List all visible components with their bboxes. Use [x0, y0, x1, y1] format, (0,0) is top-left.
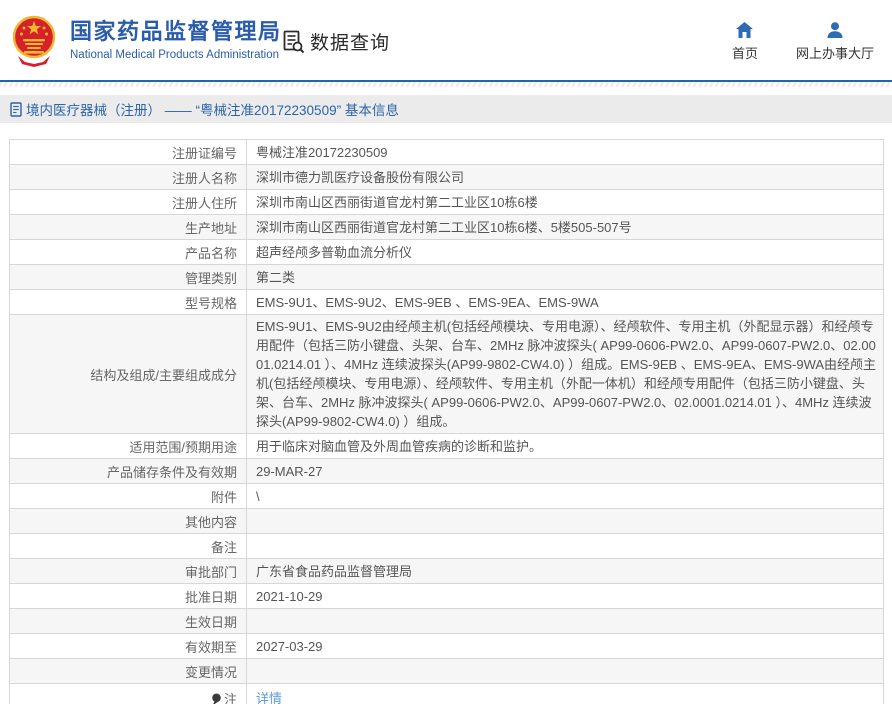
detail-link[interactable]: 详情 — [256, 691, 282, 704]
table-row: 备注 — [9, 533, 884, 559]
table-row: 产品储存条件及有效期 29-MAR-27 — [9, 458, 884, 484]
row-label: 适用范围/预期用途 — [9, 433, 247, 459]
table-row: 生产地址 深圳市南山区西丽街道官龙村第二工业区10栋6楼、5楼505-507号 — [9, 214, 884, 240]
data-query-tab[interactable]: 数据查询 — [283, 28, 390, 55]
data-query-label: 数据查询 — [310, 33, 391, 54]
page: 国家药品监督管理局 National Medical Products Admi… — [0, 0, 892, 704]
table-row: 生效日期 — [9, 608, 884, 634]
row-value — [246, 608, 884, 634]
row-value: 2021-10-29 — [246, 583, 884, 609]
row-label: 注册人名称 — [9, 164, 247, 190]
row-label: 型号规格 — [9, 289, 247, 315]
nav-home[interactable]: 首页 — [732, 22, 758, 62]
search-document-icon — [283, 30, 305, 53]
row-value: EMS-9U1、EMS-9U2、EMS-9EB 、EMS-9EA、EMS-9WA — [246, 289, 884, 315]
table-row: 审批部门 广东省食品药品监督管理局 — [9, 558, 884, 584]
row-value: 详情 — [246, 683, 884, 704]
row-label: 审批部门 — [9, 558, 247, 584]
table-row: 附件 \ — [9, 483, 884, 509]
info-table-body: 注册证编号 粤械注准20172230509 注册人名称 深圳市德力凯医疗设备股份有限公… — [9, 139, 884, 704]
row-value — [246, 533, 884, 559]
row-value: \ — [246, 483, 884, 509]
row-value: 用于临床对脑血管及外周血管疾病的诊断和监护。 — [246, 433, 884, 459]
top-nav: 首页 网上办事大厅 — [732, 22, 874, 62]
table-row: 有效期至 2027-03-29 — [9, 633, 884, 659]
row-value: 2027-03-29 — [246, 633, 884, 659]
row-label: 备注 — [9, 533, 247, 559]
table-row: 型号规格 EMS-9U1、EMS-9U2、EMS-9EB 、EMS-9EA、EMS… — [9, 289, 884, 315]
row-label: 有效期至 — [9, 633, 247, 659]
row-label: 生产地址 — [9, 214, 247, 240]
note-icon — [212, 693, 221, 704]
table-row: 适用范围/预期用途 用于临床对脑血管及外周血管疾病的诊断和监护。 — [9, 433, 884, 459]
org-name-en: National Medical Products Administration — [70, 49, 280, 61]
table-row: 变更情况 — [9, 658, 884, 684]
row-value: 第二类 — [246, 264, 884, 290]
table-row: 注详情 — [9, 683, 884, 704]
row-label: 产品储存条件及有效期 — [9, 458, 247, 484]
row-label: 注册人住所 — [9, 189, 247, 215]
table-row: 管理类别 第二类 — [9, 264, 884, 290]
table-row: 产品名称 超声经颅多普勒血流分析仪 — [9, 239, 884, 265]
document-icon — [10, 101, 22, 117]
row-value: EMS-9U1、EMS-9U2由经颅主机(包括经颅模块、专用电源）、经颅软件、专… — [246, 314, 884, 434]
site-title-block: 国家药品监督管理局 National Medical Products Admi… — [70, 19, 282, 61]
row-value — [246, 508, 884, 534]
row-label: 变更情况 — [9, 658, 247, 684]
nav-online-service-hall[interactable]: 网上办事大厅 — [796, 22, 874, 62]
row-label: 批准日期 — [9, 583, 247, 609]
row-label: 结构及组成/主要组成成分 — [9, 314, 247, 434]
registration-info-table: 注册证编号 粤械注准20172230509 注册人名称 深圳市德力凯医疗设备股份有限公… — [9, 139, 884, 704]
table-row: 注册证编号 粤械注准20172230509 — [9, 139, 884, 165]
row-value: 29-MAR-27 — [246, 458, 884, 484]
row-label: 管理类别 — [9, 264, 247, 290]
site-logo[interactable]: 国家药品监督管理局 National Medical Products Admi… — [12, 12, 282, 68]
row-value: 超声经颅多普勒血流分析仪 — [246, 239, 884, 265]
site-header: 国家药品监督管理局 National Medical Products Admi… — [0, 0, 892, 82]
row-label: 其他内容 — [9, 508, 247, 534]
table-row: 结构及组成/主要组成成分 EMS-9U1、EMS-9U2由经颅主机(包括经颅模块、… — [9, 314, 884, 434]
breadcrumb: 境内医疗器械（注册） —— “粤械注准20172230509” 基本信息 — [0, 95, 892, 123]
row-label: 注册证编号 — [9, 139, 247, 165]
table-row: 批准日期 2021-10-29 — [9, 583, 884, 609]
table-row: 其他内容 — [9, 508, 884, 534]
row-value: 深圳市南山区西丽街道官龙村第二工业区10栋6楼 — [246, 189, 884, 215]
header-hatch-strip — [0, 82, 892, 87]
table-row: 注册人名称 深圳市德力凯医疗设备股份有限公司 — [9, 164, 884, 190]
nav-home-label: 首页 — [731, 46, 758, 61]
row-label: 注 — [9, 683, 247, 704]
breadcrumb-text: 境内医疗器械（注册） —— “粤械注准20172230509” 基本信息 — [26, 103, 399, 118]
national-emblem-logo — [12, 15, 56, 67]
row-label: 生效日期 — [9, 608, 247, 634]
row-label: 附件 — [9, 483, 247, 509]
home-icon — [736, 22, 754, 38]
person-icon — [827, 22, 843, 38]
row-value: 深圳市南山区西丽街道官龙村第二工业区10栋6楼、5楼505-507号 — [246, 214, 884, 240]
row-value — [246, 658, 884, 684]
nav-online-service-hall-label: 网上办事大厅 — [795, 46, 874, 61]
org-name-cn: 国家药品监督管理局 — [70, 19, 282, 44]
row-label: 产品名称 — [9, 239, 247, 265]
row-value: 粤械注准20172230509 — [246, 139, 884, 165]
table-row: 注册人住所 深圳市南山区西丽街道官龙村第二工业区10栋6楼 — [9, 189, 884, 215]
row-value: 深圳市德力凯医疗设备股份有限公司 — [246, 164, 884, 190]
row-value: 广东省食品药品监督管理局 — [246, 558, 884, 584]
